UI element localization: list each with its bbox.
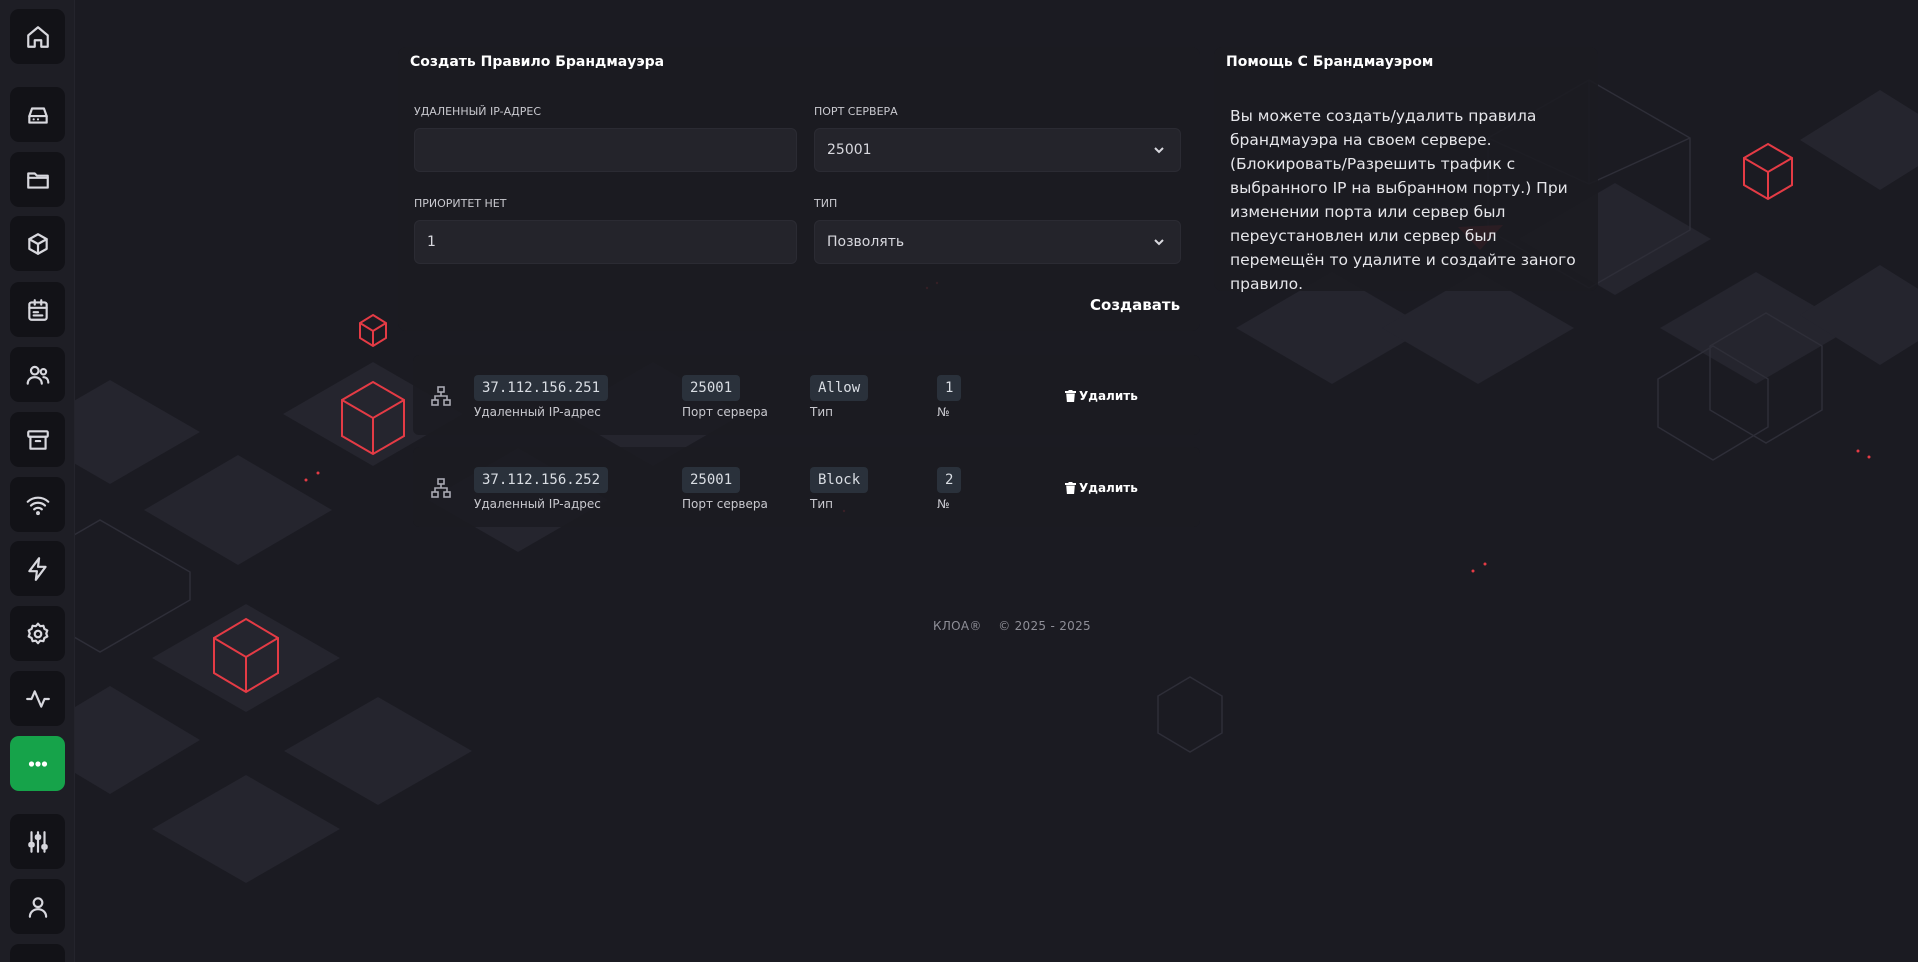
rule-ip: 37.112.156.251 (474, 375, 609, 401)
sidebar-item-startup[interactable] (10, 541, 65, 596)
sidebar-item-schedules[interactable] (10, 282, 65, 337)
help-panel: Помощь С Брандмауэром Вы можете создать/… (1214, 47, 1598, 293)
sliders-icon (27, 830, 48, 853)
sidebar-item-more[interactable] (10, 736, 65, 791)
rule-port-label: Порт сервера (682, 405, 768, 419)
chevron-down-icon (1154, 147, 1164, 154)
sidebar-item-activity[interactable] (10, 671, 65, 726)
sidebar-item-home[interactable] (10, 9, 65, 64)
delete-rule-button[interactable]: Удалить (1065, 389, 1138, 403)
calendar-icon (27, 298, 48, 321)
rule-port: 25001 (682, 375, 741, 401)
network-icon (431, 478, 451, 498)
trash-icon (1065, 390, 1076, 402)
chevron-down-icon (1154, 239, 1164, 246)
rule-port: 25001 (682, 467, 741, 493)
gear-icon (27, 622, 48, 644)
delete-label: Удалить (1079, 481, 1138, 495)
remote-ip-input[interactable] (414, 128, 797, 172)
server-port-label: Порт сервера (814, 105, 898, 118)
rule-row: 37.112.156.252 Удаленный IP-адрес 25001 … (413, 447, 1200, 527)
priority-input[interactable]: 1 (414, 220, 797, 264)
rule-type-label: Тип (810, 497, 833, 511)
sidebar-item-packages[interactable] (10, 216, 65, 271)
server-port-value: 25001 (827, 142, 872, 158)
rule-ip: 37.112.156.252 (474, 467, 609, 493)
create-button[interactable]: Создавать (1090, 296, 1180, 314)
sidebar-item-settings[interactable] (10, 606, 65, 661)
network-icon (431, 386, 451, 406)
user-icon (28, 896, 47, 918)
archive-icon (26, 429, 49, 450)
rule-number: 1 (937, 375, 962, 401)
help-text: Вы можете создать/удалить правила брандм… (1230, 107, 1576, 293)
footer-brand: КЛОА® (933, 619, 982, 633)
rule-ip-label: Удаленный IP-адрес (474, 405, 601, 419)
sidebar-item-network[interactable] (10, 477, 65, 532)
footer-copyright: © 2025 - 2025 (998, 619, 1091, 633)
activity-icon (25, 689, 50, 708)
type-value: Позволять (827, 234, 905, 250)
rule-number: 2 (937, 467, 962, 493)
sidebar-item-files[interactable] (10, 152, 65, 207)
lightning-icon (27, 556, 47, 581)
type-label: Тип (814, 197, 838, 210)
delete-rule-button[interactable]: Удалить (1065, 481, 1138, 495)
rule-type: Allow (810, 375, 869, 401)
sidebar-item-admin[interactable] (10, 814, 65, 869)
wifi-icon (26, 496, 49, 515)
rule-ip-label: Удаленный IP-адрес (474, 497, 601, 511)
sidebar-item-overflow[interactable] (10, 944, 65, 962)
folder-icon (26, 171, 49, 189)
remote-ip-label: Удаленный IP-адрес (414, 105, 542, 118)
trash-icon (1065, 482, 1076, 494)
help-title: Помощь С Брандмауэром (1226, 54, 1434, 70)
delete-label: Удалить (1079, 389, 1138, 403)
users-icon (26, 365, 49, 385)
sidebar-item-storage[interactable] (10, 87, 65, 142)
home-icon (26, 25, 49, 48)
cube-icon (27, 232, 48, 255)
footer: КЛОА® © 2025 - 2025 (933, 619, 1091, 633)
sidebar-item-backups[interactable] (10, 412, 65, 467)
create-rule-title: Создать Правило Брандмауэра (410, 54, 665, 70)
type-select[interactable]: Позволять (814, 220, 1181, 264)
rule-port-label: Порт сервера (682, 497, 768, 511)
rule-type: Block (810, 467, 869, 493)
rule-type-label: Тип (810, 405, 833, 419)
server-port-select[interactable]: 25001 (814, 128, 1181, 172)
sidebar-item-users[interactable] (10, 347, 65, 402)
rule-number-label: № (937, 405, 950, 419)
create-rule-panel: Создать Правило Брандмауэра Удаленный IP… (398, 47, 1200, 331)
rule-row: 37.112.156.251 Удаленный IP-адрес 25001 … (413, 355, 1200, 435)
dots-icon (28, 760, 47, 767)
rule-number-label: № (937, 497, 950, 511)
hard-drive-icon (27, 106, 48, 124)
priority-label: Приоритет нет (414, 197, 507, 210)
sidebar-item-account[interactable] (10, 879, 65, 934)
sidebar (0, 0, 75, 962)
